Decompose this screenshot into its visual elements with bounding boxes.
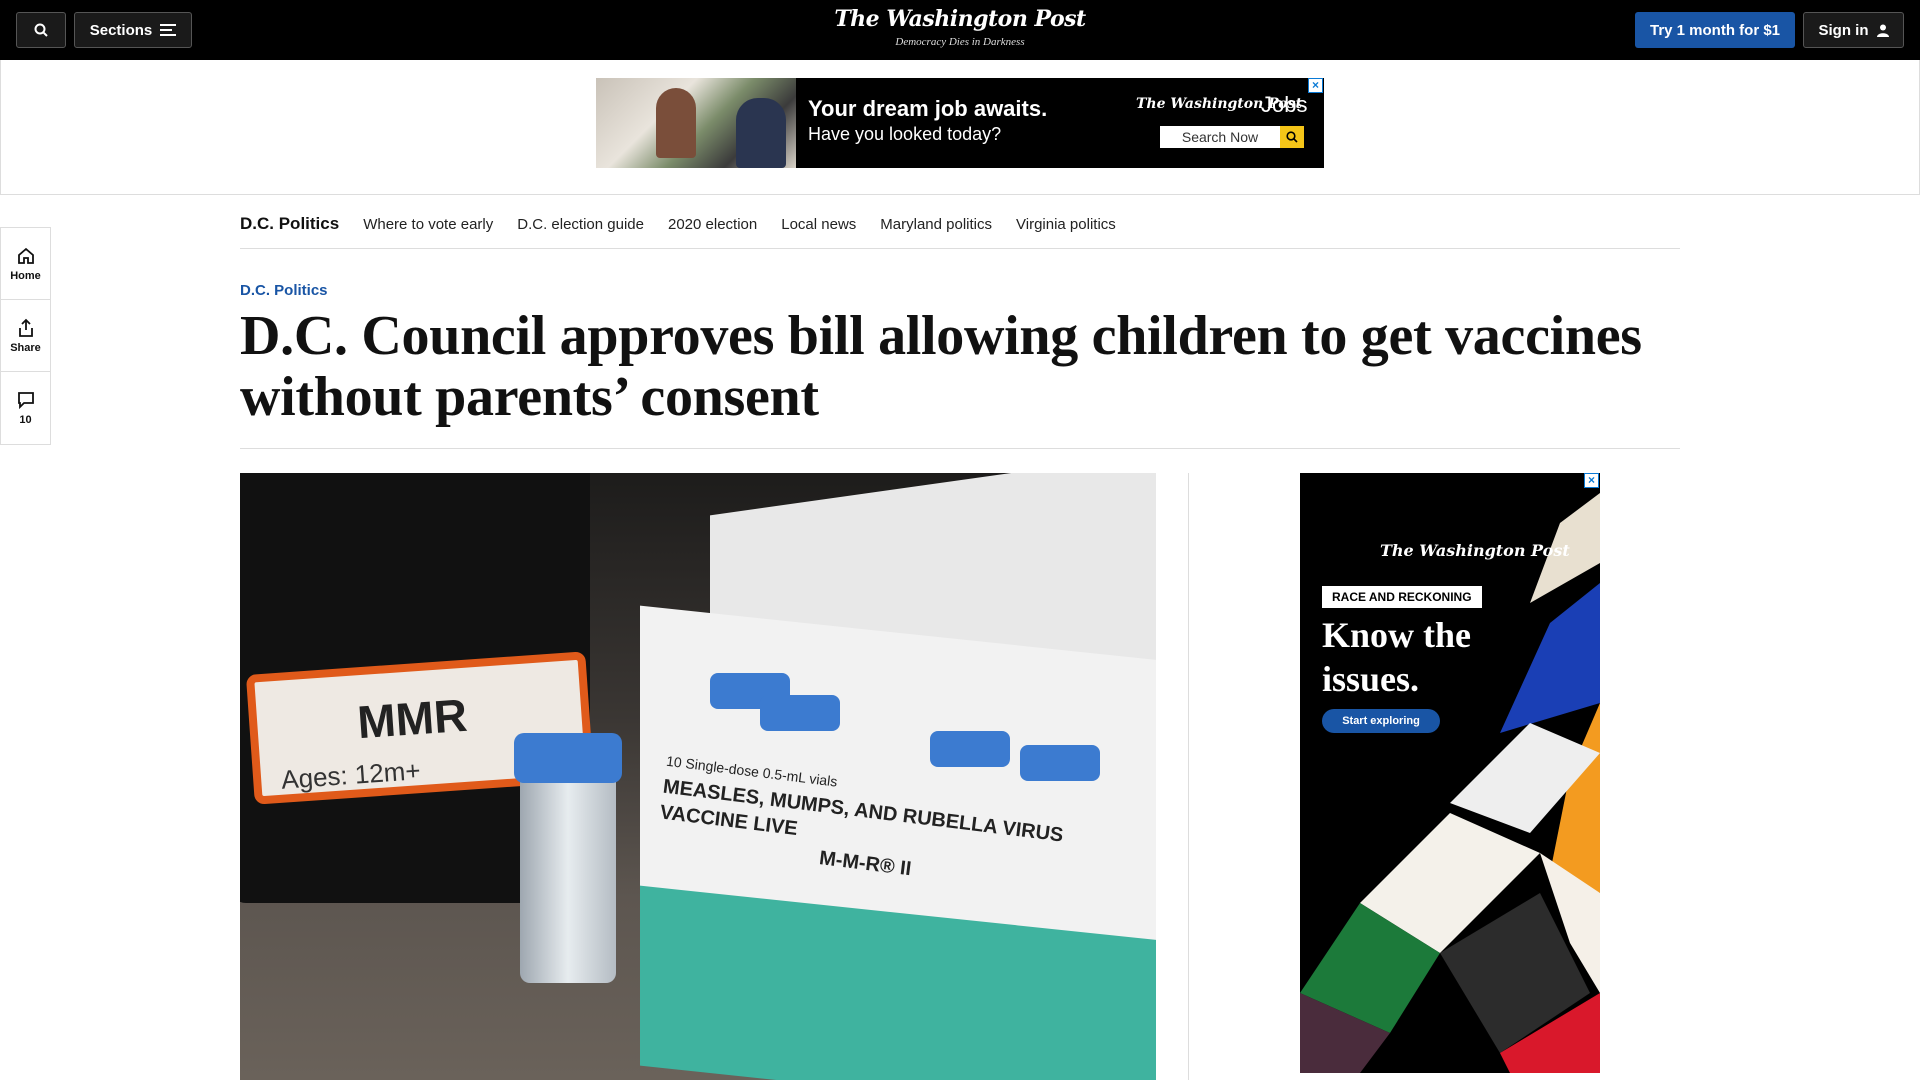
share-icon (18, 318, 33, 337)
section-link-2020-election[interactable]: 2020 election (668, 216, 757, 233)
ad-logo: The Washington Post (1380, 541, 1570, 560)
site-logo[interactable]: The Washington Post (760, 6, 1160, 32)
section-title-link[interactable]: D.C. Politics (240, 214, 339, 234)
search-button[interactable] (16, 12, 66, 48)
search-icon (1286, 131, 1298, 143)
ad-close-icon[interactable]: × (1584, 473, 1599, 488)
article-hero-image[interactable]: MMR Ages: 12m+ 10 Single-dose 0.5-mL via… (240, 473, 1156, 1080)
vial-cap-in-box (1020, 745, 1100, 781)
ad-tag: RACE AND RECKONING (1322, 586, 1482, 608)
sign-in-label: Sign in (1818, 21, 1869, 39)
sections-button[interactable]: Sections (74, 12, 192, 48)
search-icon (34, 23, 48, 37)
sections-label: Sections (89, 21, 153, 39)
race-and-reckoning-ad[interactable]: The Washington Post RACE AND RECKONING K… (1300, 473, 1600, 1073)
article-action-rail: Home Share 10 (0, 227, 51, 445)
home-icon (17, 247, 34, 264)
top-navigation-bar: Sections The Washington Post Democracy D… (0, 0, 1920, 60)
site-tagline: Democracy Dies in Darkness (895, 36, 1025, 48)
article-kicker[interactable]: D.C. Politics (240, 282, 328, 299)
section-link-maryland-politics[interactable]: Maryland politics (880, 216, 992, 233)
subscribe-button[interactable]: Try 1 month for $1 (1635, 12, 1795, 48)
ad-search-go-button[interactable] (1280, 126, 1304, 148)
home-rail-button[interactable]: Home (1, 228, 50, 300)
start-exploring-button[interactable]: Start exploring (1322, 709, 1440, 733)
ad-photo (596, 78, 796, 168)
ad-subheadline: Have you looked today? (808, 124, 1002, 144)
sign-in-button[interactable]: Sign in (1803, 12, 1904, 48)
ad-close-icon[interactable]: × (1308, 78, 1323, 93)
section-link-virginia-politics[interactable]: Virginia politics (1016, 216, 1116, 233)
section-link-local-news[interactable]: Local news (781, 216, 856, 233)
user-icon (1876, 24, 1889, 37)
ad-headline: Know the issues. (1322, 615, 1472, 699)
bin-label-mmr: MMR (355, 688, 469, 749)
ad-search-now[interactable]: Search Now (1160, 126, 1280, 148)
ad-collage (1300, 493, 1600, 1073)
headline-divider (240, 448, 1680, 449)
vial-cap-in-box (930, 731, 1010, 767)
comment-icon (17, 392, 34, 410)
menu-icon (160, 24, 177, 36)
home-label: Home (10, 269, 41, 282)
ad-jobs-label: Jobs (1261, 92, 1308, 117)
masthead[interactable]: The Washington Post Democracy Dies in Da… (760, 6, 1160, 48)
ad-person-right (736, 98, 786, 168)
bin-label-ages: Ages: 12m+ (280, 755, 422, 795)
column-divider (1188, 473, 1189, 1080)
jobs-banner-ad[interactable]: Your dream job awaits. Have you looked t… (596, 78, 1324, 168)
article-headline: D.C. Council approves bill allowing chil… (240, 305, 1642, 428)
section-link-dc-election-guide[interactable]: D.C. election guide (517, 216, 644, 233)
ad-person-left (656, 88, 696, 158)
comments-rail-button[interactable]: 10 (1, 372, 50, 444)
section-link-where-to-vote-early[interactable]: Where to vote early (363, 216, 493, 233)
vial-cap-in-box (760, 695, 840, 731)
share-rail-button[interactable]: Share (1, 300, 50, 372)
vaccine-vial-cap (514, 733, 622, 783)
comment-count: 10 (19, 414, 32, 426)
share-label: Share (10, 341, 41, 354)
section-navigation: D.C. Politics Where to vote early D.C. e… (240, 200, 1680, 249)
ad-headline: Your dream job awaits. (808, 96, 1048, 121)
